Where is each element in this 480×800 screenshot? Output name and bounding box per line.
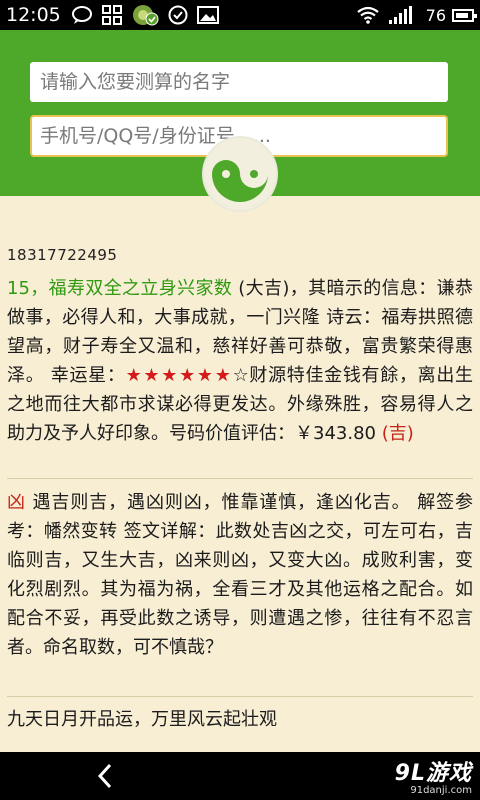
grid-icon: [101, 5, 123, 25]
status-bar: 12:05 76: [0, 0, 480, 30]
lucky-stars-empty: ☆: [232, 365, 250, 386]
valuation-tag: (吉): [381, 423, 414, 444]
result-comma: ，: [29, 278, 49, 299]
taiji-icon: [204, 138, 276, 210]
explain-text: 遇吉则吉，遇凶则凶，惟靠谨慎，逢凶化吉。 解签参考：幡然变转 签文详解：此数处吉…: [7, 492, 473, 658]
result-poem: 九天日月开品运，万里风云起壮观: [7, 709, 277, 730]
status-time: 12:05: [6, 4, 61, 26]
back-arrow-icon: [97, 763, 112, 789]
result-grade: (大吉): [232, 278, 290, 299]
wifi-icon: [356, 5, 380, 25]
back-button[interactable]: [88, 760, 122, 792]
phone-number: 18317722495: [7, 246, 118, 264]
nav-bar: 9L游戏 91danji.com: [0, 752, 480, 800]
check-circle-icon: [167, 5, 189, 25]
battery-level: 76: [425, 5, 446, 25]
battery-icon: [452, 8, 477, 22]
lucky-stars-filled: ★★★★★★: [125, 365, 233, 386]
app-avatar-icon: [131, 5, 159, 26]
chat-icon: [71, 5, 93, 25]
result-number: 15: [7, 278, 30, 299]
fortune-tag: 凶: [7, 492, 26, 513]
divider: [7, 696, 473, 697]
signal-icon: [388, 5, 412, 25]
name-input[interactable]: [30, 62, 448, 102]
image-icon: [196, 5, 219, 25]
result-paragraph-main: 15，福寿双全之立身兴家数 (大吉)，其暗示的信息：谦恭做事，必得人和，大事成就…: [7, 274, 473, 448]
result-title: 福寿双全之立身兴家数: [48, 278, 233, 299]
site-watermark: 9L游戏 91danji.com: [395, 755, 472, 796]
result-panel: 18317722495 15，福寿双全之立身兴家数 (大吉)，其暗示的信息：谦恭…: [0, 196, 480, 752]
result-paragraph-explain: 凶 遇吉则吉，遇凶则凶，惟靠谨慎，逢凶化吉。 解签参考：幡然变转 签文详解：此数…: [7, 488, 473, 662]
divider: [7, 478, 473, 479]
watermark-logo: 9L游戏: [394, 761, 472, 786]
